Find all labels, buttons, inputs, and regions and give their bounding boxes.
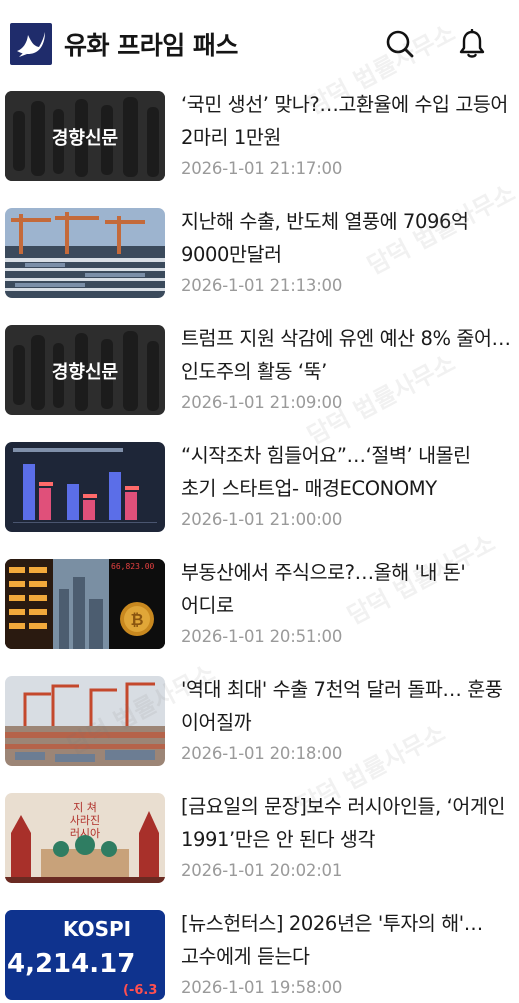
app-header: 유화 프라임 패스 bbox=[0, 0, 519, 88]
news-timestamp: 2026-1-01 21:09:00 bbox=[181, 393, 343, 412]
news-timestamp: 2026-1-01 19:58:00 bbox=[181, 978, 343, 997]
news-item[interactable]: '역대 최대' 수출 7천억 달러 돌파… 훈풍 이어질까 2026-1-01 … bbox=[0, 673, 519, 790]
news-thumbnail bbox=[5, 442, 165, 532]
bell-icon bbox=[459, 29, 485, 58]
news-timestamp: 2026-1-01 20:02:01 bbox=[181, 861, 343, 880]
news-headline: [뉴스헌터스] 2026년은 '투자의 해'… 고수에게 듣는다 bbox=[181, 912, 483, 968]
kospi-change: (-6.3 bbox=[123, 983, 157, 998]
news-timestamp: 2026-1-01 21:17:00 bbox=[181, 159, 343, 178]
news-thumbnail bbox=[5, 676, 165, 766]
news-thumbnail: 경향신문 bbox=[5, 91, 165, 181]
news-item[interactable]: 66,823.00 ₿ 부동산에서 주식으로?…올해 '내 돈' 어디로 202… bbox=[0, 556, 519, 673]
thumb-caption: 경향신문 bbox=[52, 362, 118, 383]
search-button[interactable] bbox=[375, 19, 425, 69]
app-logo[interactable] bbox=[10, 23, 52, 65]
svg-text:₿: ₿ bbox=[130, 610, 143, 629]
news-thumbnail: 경향신문 bbox=[5, 325, 165, 415]
news-headline: 부동산에서 주식으로?…올해 '내 돈' 어디로 bbox=[181, 561, 466, 617]
news-thumbnail: KOSPI 4,214.17 (-6.3 bbox=[5, 910, 165, 1000]
news-timestamp: 2026-1-01 21:13:00 bbox=[181, 276, 343, 295]
news-headline: “시작조차 힘들어요”…‘절벽’ 내몰린 초기 스타트업- 매경ECONOMY bbox=[181, 444, 471, 500]
book-title-line2: 사라진 bbox=[70, 814, 100, 827]
dove-icon bbox=[17, 32, 45, 57]
kospi-label: KOSPI bbox=[63, 917, 131, 941]
news-item[interactable]: “시작조차 힘들어요”…‘절벽’ 내몰린 초기 스타트업- 매경ECONOMY … bbox=[0, 439, 519, 556]
kospi-value: 4,214.17 bbox=[7, 949, 135, 979]
news-timestamp: 2026-1-01 20:51:00 bbox=[181, 627, 343, 646]
news-timestamp: 2026-1-01 21:00:00 bbox=[181, 510, 343, 529]
news-item[interactable]: 경향신문 ‘국민 생선’ 맞나?…고환율에 수입 고등어 2마리 1만원 202… bbox=[0, 88, 519, 205]
news-headline: ‘국민 생선’ 맞나?…고환율에 수입 고등어 2마리 1만원 bbox=[181, 93, 508, 149]
news-list: 경향신문 ‘국민 생선’ 맞나?…고환율에 수입 고등어 2마리 1만원 202… bbox=[0, 88, 519, 1003]
thumb-caption: 경향신문 bbox=[52, 128, 118, 149]
news-headline: '역대 최대' 수출 7천억 달러 돌파… 훈풍 이어질까 bbox=[181, 678, 503, 734]
news-item[interactable]: 지 쳐 사라진 러시아 [금요일의 문장]보수 러시아인들, ‘어게인 1991… bbox=[0, 790, 519, 907]
app-title: 유화 프라임 패스 bbox=[64, 31, 238, 60]
book-title-line1: 지 쳐 bbox=[73, 801, 97, 814]
news-headline: [금요일의 문장]보수 러시아인들, ‘어게인 1991’만은 안 된다 생각 bbox=[181, 795, 506, 851]
news-item[interactable]: 지난해 수출, 반도체 열풍에 7096억 9000만달러 2026-1-01 … bbox=[0, 205, 519, 322]
search-icon bbox=[386, 30, 414, 58]
news-thumbnail bbox=[5, 208, 165, 298]
news-thumbnail: 지 쳐 사라진 러시아 bbox=[5, 793, 165, 883]
news-item[interactable]: 경향신문 트럼프 지원 삭감에 유엔 예산 8% 줄어…인도주의 활동 ‘뚝’ … bbox=[0, 322, 519, 439]
finance-ticker: 66,823.00 bbox=[111, 562, 155, 571]
notification-button[interactable] bbox=[447, 19, 497, 69]
news-headline: 트럼프 지원 삭감에 유엔 예산 8% 줄어…인도주의 활동 ‘뚝’ bbox=[181, 327, 511, 383]
news-timestamp: 2026-1-01 20:18:00 bbox=[181, 744, 343, 763]
news-item[interactable]: KOSPI 4,214.17 (-6.3 [뉴스헌터스] 2026년은 '투자의… bbox=[0, 907, 519, 1003]
news-headline: 지난해 수출, 반도체 열풍에 7096억 9000만달러 bbox=[181, 210, 469, 266]
news-thumbnail: 66,823.00 ₿ bbox=[5, 559, 165, 649]
